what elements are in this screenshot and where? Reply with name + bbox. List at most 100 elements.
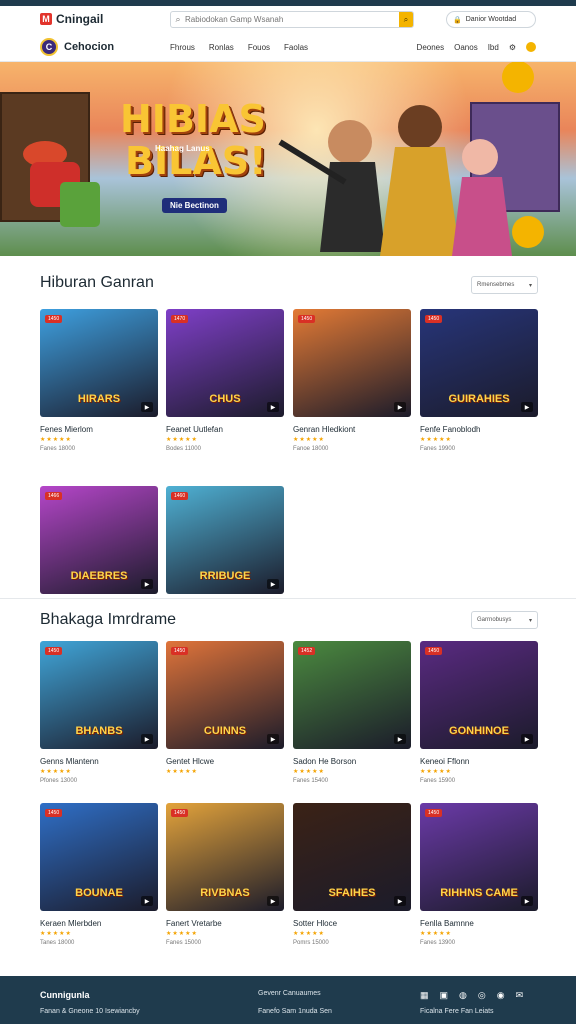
main-nav: Fhrous Ronlas Fouos Faolas <box>170 32 308 62</box>
game-title[interactable]: Gentet Hlcwe <box>166 757 284 766</box>
game-thumbnail[interactable]: SFAIHES ▶ <box>293 803 411 911</box>
game-card[interactable]: 1450 CUINNS ▶ Gentet Hlcwe ★★★★★ <box>166 641 284 775</box>
play-icon[interactable]: ▶ <box>141 402 153 412</box>
game-thumbnail[interactable]: 1450 GUIRAHIES ▶ <box>420 309 538 417</box>
top-bar: M Cningail ⌕ ⌕ 🔒 Danior Wootdad <box>0 6 576 32</box>
play-icon[interactable]: ▶ <box>521 896 533 906</box>
game-card[interactable]: 1450 BHANBS ▶ Genns Mlantenn ★★★★★ Pfones 130… <box>40 641 158 784</box>
game-thumbnail[interactable]: 1466 DIAEBRES ▶ <box>40 486 158 594</box>
play-icon[interactable]: ▶ <box>267 896 279 906</box>
price-tag: 1450 <box>298 315 316 323</box>
play-icon[interactable]: ▶ <box>394 734 406 744</box>
game-thumbnail[interactable]: 1450 HIRARS ▶ <box>40 309 158 417</box>
search-icon: ⌕ <box>175 14 181 24</box>
game-title[interactable]: Genns Mlantenn <box>40 757 158 766</box>
sort-dropdown[interactable]: Rmensebrnes ▾ <box>471 276 538 294</box>
game-title[interactable]: Fenes Mierlom <box>40 425 158 434</box>
play-icon[interactable]: ▶ <box>394 896 406 906</box>
price-tag: 1450 <box>45 315 63 323</box>
nav-bar: C Cehocion Fhrous Ronlas Fouos Faolas De… <box>0 32 576 62</box>
game-card[interactable]: 1450 GUIRAHIES ▶ Fenfe Fanoblodh ★★★★★ Fanes … <box>420 309 538 452</box>
game-thumbnail[interactable]: 1450 GONHINOE ▶ <box>420 641 538 749</box>
nav-link[interactable]: Oanos <box>454 43 478 52</box>
section-title: Bhakaga Imrdrame <box>40 611 177 628</box>
game-thumbnail[interactable]: 1450 BHANBS ▶ <box>40 641 158 749</box>
nav-link[interactable]: Fhrous <box>170 43 195 52</box>
game-thumbnail[interactable]: 1450 RIHHNS CAME ▶ <box>420 803 538 911</box>
game-meta: Tanes 18000 <box>40 940 75 946</box>
dropdown-value: Garrnobusys <box>477 617 512 623</box>
play-icon[interactable]: ▶ <box>267 402 279 412</box>
rating-stars-icon: ★★★★★ <box>293 931 325 937</box>
play-icon[interactable]: ▶ <box>521 402 533 412</box>
game-card[interactable]: 1450 BOUNAE ▶ Keraen Mlerbden ★★★★★ Tanes 180… <box>40 803 158 946</box>
game-card[interactable]: 1452 ▶ Sadon He Borson ★★★★★ Fanes 15400 <box>293 641 411 784</box>
chat-icon[interactable]: ◎ <box>478 990 486 1001</box>
footer-link[interactable]: Gevenr Canuaumes <box>258 990 321 997</box>
play-icon[interactable]: ▶ <box>141 734 153 744</box>
game-title[interactable]: Sadon He Borson <box>293 757 411 766</box>
footer-brand[interactable]: Cunnigunla <box>40 990 90 1000</box>
grid-icon[interactable]: ▦ <box>420 990 429 1001</box>
game-card[interactable]: 1450 RIHHNS CAME ▶ Fenlla Bamnne ★★★★★ Fanes … <box>420 803 538 946</box>
mail-icon[interactable]: ✉ <box>516 990 524 1001</box>
game-thumbnail[interactable]: 1450 RIVBNAS ▶ <box>166 803 284 911</box>
play-icon[interactable]: ▶ <box>267 734 279 744</box>
game-card[interactable]: 1470 CHUS ▶ Feanet Uutlefan ★★★★★ Bodes 11000 <box>166 309 284 452</box>
brand[interactable]: C Cehocion <box>40 37 115 56</box>
game-title[interactable]: Fenlla Bamnne <box>420 919 538 928</box>
game-thumbnail[interactable]: 1460 RRIBUGE ▶ <box>166 486 284 594</box>
hero-tagline[interactable]: Nie Bectinon <box>162 198 227 213</box>
game-title[interactable]: Keraen Mlerbden <box>40 919 158 928</box>
footer-link[interactable]: Fanefo Sam 1nuda Sen <box>258 1008 332 1015</box>
game-card[interactable]: 1450 HIRARS ▶ Fenes Mierlom ★★★★★ Fanes 18000 <box>40 309 158 452</box>
footer-link[interactable]: Ficalna Fere Fan Leiats <box>420 1008 494 1015</box>
search-input[interactable] <box>185 15 399 24</box>
play-icon[interactable]: ▶ <box>521 734 533 744</box>
right-nav: Deones Oanos Ibd ⚙ <box>417 32 536 62</box>
brand-label: Cehocion <box>64 40 115 53</box>
game-thumbnail[interactable]: 1450 BOUNAE ▶ <box>40 803 158 911</box>
chevron-down-icon: ▾ <box>528 617 532 624</box>
site-logo[interactable]: M Cningail <box>40 12 103 26</box>
sort-dropdown[interactable]: Garrnobusys ▾ <box>471 611 538 629</box>
nav-link[interactable]: Faolas <box>284 43 308 52</box>
game-meta: Fanes 18000 <box>40 446 76 452</box>
image-icon[interactable]: ▣ <box>440 990 449 1001</box>
play-icon[interactable]: ▶ <box>141 896 153 906</box>
nav-link[interactable]: Fouos <box>248 43 270 52</box>
twitter-icon[interactable]: ◍ <box>459 990 467 1001</box>
game-thumbnail[interactable]: 1470 CHUS ▶ <box>166 309 284 417</box>
game-title[interactable]: Fenfe Fanoblodh <box>420 425 538 434</box>
search-button[interactable]: ⌕ <box>399 12 413 27</box>
game-card[interactable]: 1450 GONHINOE ▶ Keneoi Fflonn ★★★★★ Fanes 159… <box>420 641 538 784</box>
game-meta: Fanes 19900 <box>420 446 456 452</box>
hero-banner[interactable]: HIBIAS BILAS! Haahag Lanus Nie Bectinon <box>0 62 576 256</box>
game-meta: Pfones 13000 <box>40 778 78 784</box>
game-card[interactable]: 1460 RRIBUGE ▶ <box>166 486 284 594</box>
game-title[interactable]: Feanet Uutlefan <box>166 425 284 434</box>
nav-link[interactable]: Deones <box>417 43 445 52</box>
globe-icon[interactable]: ◉ <box>497 990 505 1001</box>
game-card[interactable]: SFAIHES ▶ Sotter Hloce ★★★★★ Pomrs 15000 <box>293 803 411 946</box>
nav-link[interactable]: Ronlas <box>209 43 234 52</box>
play-icon[interactable]: ▶ <box>267 579 279 589</box>
game-title[interactable]: Keneoi Fflonn <box>420 757 538 766</box>
game-card[interactable]: 1450 ▶ Genran Hledkiont ★★★★★ Fanoe 18000 <box>293 309 411 452</box>
game-card[interactable]: 1466 DIAEBRES ▶ <box>40 486 158 594</box>
coin-icon[interactable] <box>526 42 536 52</box>
game-thumbnail[interactable]: 1452 ▶ <box>293 641 411 749</box>
game-title[interactable]: Genran Hledkiont <box>293 425 411 434</box>
play-icon[interactable]: ▶ <box>394 402 406 412</box>
game-meta: Bodes 11000 <box>166 446 201 452</box>
game-title[interactable]: Fanert Vretarbe <box>166 919 284 928</box>
price-tag: 1452 <box>298 647 316 655</box>
play-icon[interactable]: ▶ <box>141 579 153 589</box>
game-thumbnail[interactable]: 1450 CUINNS ▶ <box>166 641 284 749</box>
settings-icon[interactable]: ⚙ <box>509 43 516 52</box>
game-thumbnail[interactable]: 1450 ▶ <box>293 309 411 417</box>
nav-link[interactable]: Ibd <box>488 43 499 52</box>
account-button[interactable]: 🔒 Danior Wootdad <box>446 11 536 28</box>
game-card[interactable]: 1450 RIVBNAS ▶ Fanert Vretarbe ★★★★★ Fanes 15… <box>166 803 284 946</box>
game-title[interactable]: Sotter Hloce <box>293 919 411 928</box>
